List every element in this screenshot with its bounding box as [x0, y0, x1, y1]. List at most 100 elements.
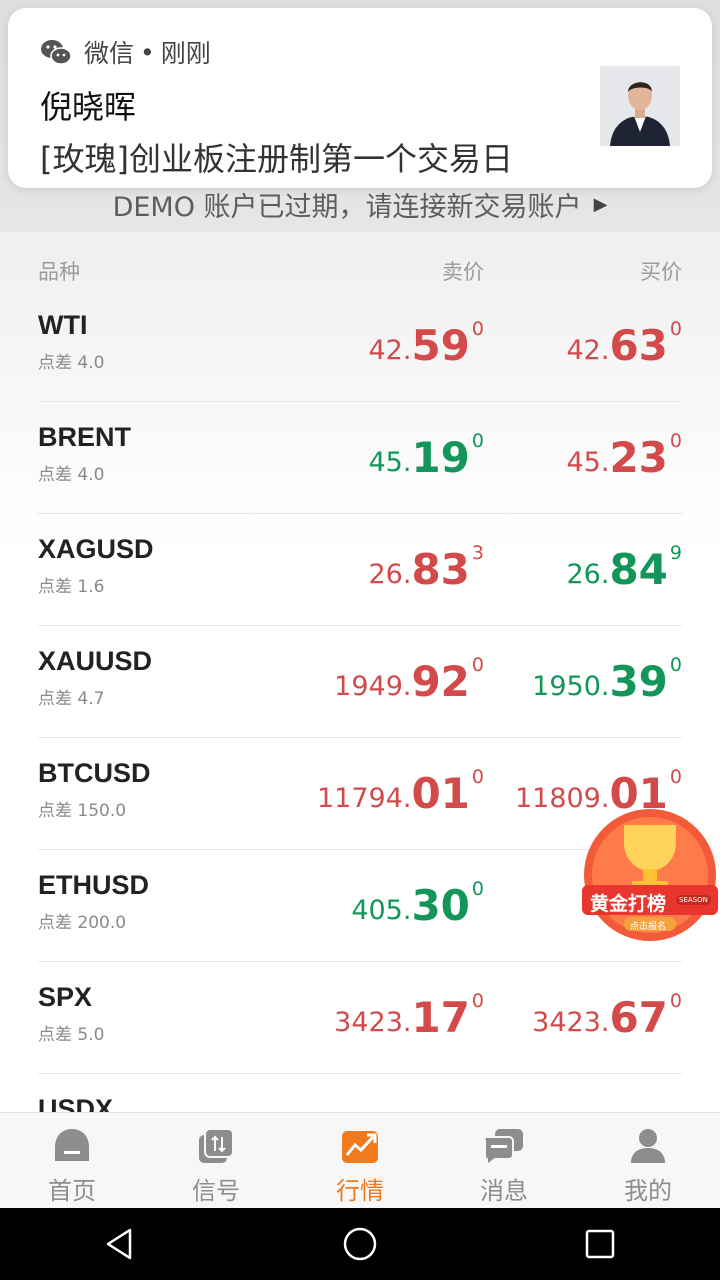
buy-price-big: 67 — [609, 993, 668, 1042]
system-navigation-bar — [0, 1208, 720, 1280]
bottom-tab-bar: 首页 信号 行情 消息 我的 — [0, 1112, 720, 1208]
sender-avatar — [600, 66, 680, 146]
back-button[interactable] — [90, 1214, 150, 1274]
quote-row[interactable]: WTI 点差 4.0 42. 59 0 42. 63 0 — [38, 290, 682, 402]
buy-price-sup: 0 — [669, 990, 682, 1012]
profile-icon — [627, 1125, 669, 1167]
sell-price-sup: 0 — [471, 430, 484, 452]
buy-price-big: 39 — [609, 657, 668, 706]
sell-price[interactable]: 1949. 92 0 — [334, 646, 484, 706]
header-sell-price: 卖价 — [442, 260, 484, 284]
quote-row[interactable]: SPX 点差 5.0 3423. 17 0 3423. 67 0 — [38, 962, 682, 1074]
buy-price-sup: 0 — [669, 430, 682, 452]
sell-price[interactable]: 11794. 01 0 — [317, 758, 484, 818]
tab-label: 信号 — [192, 1177, 240, 1205]
message-icon — [483, 1125, 525, 1167]
home-icon — [51, 1125, 93, 1167]
sell-price-sup: 0 — [471, 654, 484, 676]
buy-price-pre: 42. — [566, 335, 610, 366]
sell-price[interactable]: 45. 19 0 — [369, 422, 485, 482]
buy-price-big: 23 — [609, 433, 668, 482]
notification-separator: • — [140, 37, 155, 67]
tab-label: 我的 — [624, 1177, 672, 1205]
quote-row[interactable]: USDX — [38, 1074, 682, 1112]
instrument-spread: 点差 4.0 — [38, 353, 105, 373]
buy-price[interactable]: 1950. 39 0 — [532, 646, 682, 706]
buy-price-sup: 0 — [669, 318, 682, 340]
sell-price[interactable]: 3423. 17 0 — [334, 982, 484, 1042]
sell-price[interactable] — [482, 1094, 484, 1112]
quote-row[interactable]: BRENT 点差 4.0 45. 19 0 45. 23 0 — [38, 402, 682, 514]
buy-price[interactable]: 45. 23 0 — [567, 422, 683, 482]
recents-square-icon — [585, 1229, 615, 1259]
notification-message: [玫瑰]创业板注册制第一个交易日 — [40, 140, 513, 178]
instrument-symbol: WTI — [38, 310, 88, 340]
app-root: DEMO 账户已过期，请连接新交易账户 ▶ 品种 卖价 买价 WTI 点差 4.0… — [0, 0, 720, 1280]
buy-price[interactable]: 42. 63 0 — [567, 310, 683, 370]
tab-signal[interactable]: 信号 — [144, 1113, 288, 1208]
notification-app-row: 微信 • 刚刚 — [40, 34, 211, 70]
promo-tag: SEASON — [676, 895, 711, 905]
buy-price-sup: 9 — [669, 542, 682, 564]
sell-price[interactable]: 26. 83 3 — [369, 534, 485, 594]
instrument-symbol: XAGUSD — [38, 534, 154, 564]
home-button[interactable] — [330, 1214, 390, 1274]
promo-title: 黄金打榜 — [590, 893, 667, 915]
wechat-icon — [41, 40, 72, 65]
sell-price-big: 19 — [411, 433, 470, 482]
buy-price[interactable]: 3423. 67 0 — [532, 982, 682, 1042]
notification-time: 刚刚 — [160, 39, 211, 68]
quote-row[interactable]: XAUUSD 点差 4.7 1949. 92 0 1950. 39 0 — [38, 626, 682, 738]
signal-icon — [195, 1125, 237, 1167]
wechat-notification[interactable]: 微信 • 刚刚 倪晓晖 [玫瑰]创业板注册制第一个交易日 — [8, 8, 712, 188]
tab-label: 消息 — [480, 1177, 528, 1205]
header-instrument: 品种 — [38, 260, 80, 284]
sell-price-pre: 405. — [351, 895, 412, 926]
gold-ranking-promo-badge[interactable]: 黄金打榜 SEASON 点击报名 — [580, 805, 720, 945]
buy-price-pre: 26. — [566, 559, 610, 590]
instrument-symbol: ETHUSD — [38, 870, 150, 900]
sell-price-pre: 26. — [368, 559, 412, 590]
instrument-symbol: BTCUSD — [38, 758, 151, 788]
sell-price[interactable]: 405. 30 0 — [351, 870, 484, 930]
sell-price-big: 92 — [411, 657, 470, 706]
tab-home[interactable]: 首页 — [0, 1113, 144, 1208]
instrument-spread: 点差 5.0 — [38, 1025, 105, 1045]
notification-sender: 倪晓晖 — [40, 88, 137, 126]
sell-price-sup: 0 — [471, 878, 484, 900]
tab-profile[interactable]: 我的 — [576, 1113, 720, 1208]
header-buy-price: 买价 — [640, 260, 682, 284]
home-circle-icon — [343, 1227, 377, 1261]
sell-price-pre: 3423. — [334, 1007, 412, 1038]
sell-price-big: 59 — [411, 321, 470, 370]
sell-price-sup: 0 — [471, 766, 484, 788]
sell-price-big: 17 — [411, 993, 470, 1042]
quote-list[interactable]: 品种 卖价 买价 WTI 点差 4.0 42. 59 0 42. 63 0 BRENT 点差 4.… — [0, 232, 720, 1112]
sell-price-big: 30 — [411, 881, 470, 930]
instrument-symbol: USDX — [38, 1094, 114, 1112]
buy-price-pre: 3423. — [532, 1007, 610, 1038]
demo-banner-text: DEMO 账户已过期，请连接新交易账户 — [112, 191, 582, 223]
recents-button[interactable] — [570, 1214, 630, 1274]
buy-price-pre: 45. — [566, 447, 610, 478]
tab-label: 首页 — [48, 1177, 96, 1205]
tab-message[interactable]: 消息 — [432, 1113, 576, 1208]
sell-price-sup: 0 — [471, 318, 484, 340]
sell-price-pre: 45. — [368, 447, 412, 478]
tab-market-chart[interactable]: 行情 — [288, 1113, 432, 1208]
buy-price[interactable] — [680, 1094, 682, 1112]
instrument-spread: 点差 150.0 — [38, 801, 127, 821]
chevron-right-icon: ▶ — [593, 193, 608, 215]
instrument-spread: 点差 1.6 — [38, 577, 105, 597]
buy-price[interactable]: 26. 84 9 — [567, 534, 683, 594]
instrument-spread: 点差 4.7 — [38, 689, 105, 709]
back-triangle-icon — [106, 1228, 132, 1260]
promo-subtitle: 点击报名 — [630, 922, 667, 932]
quote-row[interactable]: XAGUSD 点差 1.6 26. 83 3 26. 84 9 — [38, 514, 682, 626]
instrument-spread: 点差 200.0 — [38, 913, 127, 933]
buy-price-big: 84 — [609, 545, 668, 594]
instrument-symbol: BRENT — [38, 422, 131, 452]
sell-price[interactable]: 42. 59 0 — [369, 310, 485, 370]
sell-price-sup: 0 — [471, 990, 484, 1012]
sell-price-big: 01 — [411, 769, 470, 818]
